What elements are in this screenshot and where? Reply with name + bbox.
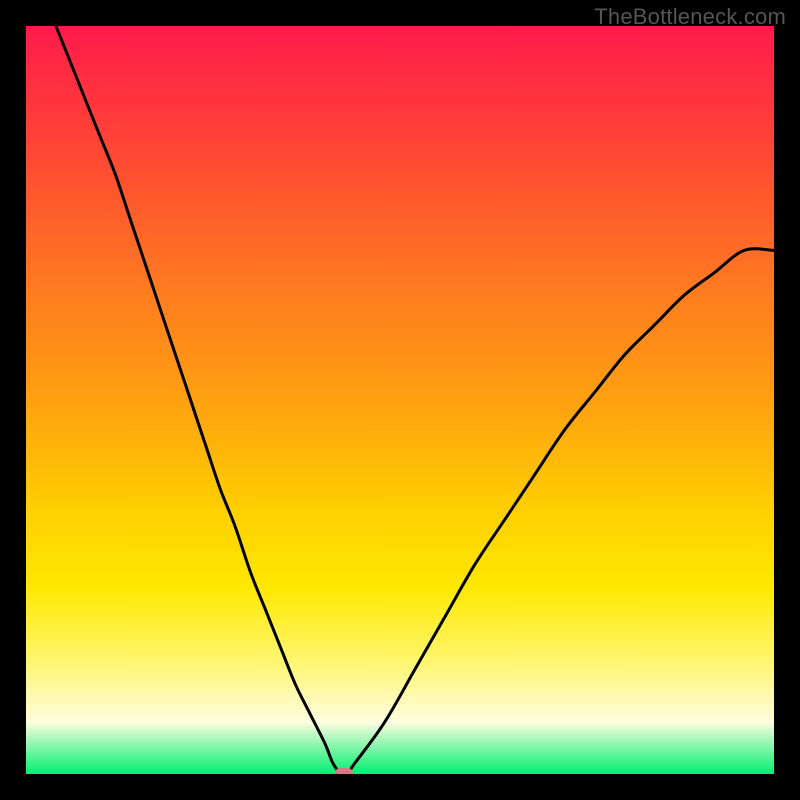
- minimum-marker: [335, 768, 353, 775]
- plot-area: [26, 26, 774, 774]
- bottleneck-curve: [26, 26, 774, 774]
- watermark-text: TheBottleneck.com: [594, 4, 786, 30]
- chart-frame: TheBottleneck.com: [0, 0, 800, 800]
